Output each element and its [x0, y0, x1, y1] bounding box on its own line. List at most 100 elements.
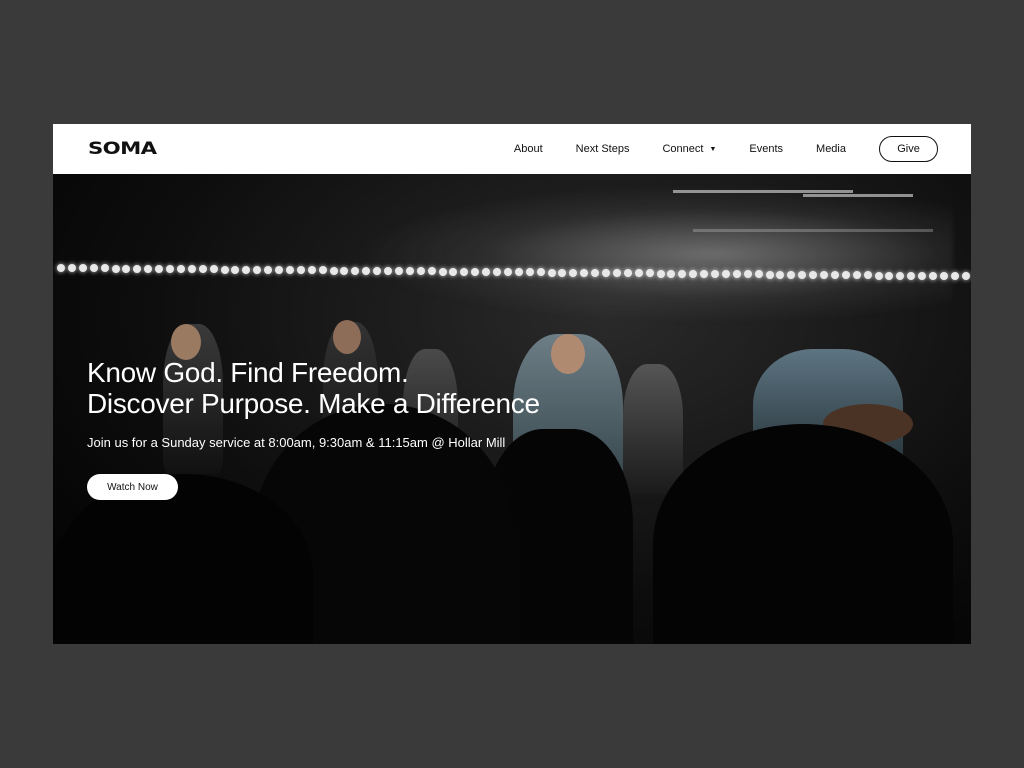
stage-light-bulb [645, 269, 654, 278]
stage-light-bulb [939, 272, 948, 281]
stage-light-bulb [438, 267, 447, 276]
stage-light-bulb [929, 272, 937, 280]
nav-item-label: Media [816, 143, 846, 155]
nav-item-label: About [513, 143, 543, 155]
stage-light-bulb [122, 264, 131, 273]
crowd-silhouette [653, 424, 953, 644]
singer-head [333, 320, 361, 354]
singer-head [551, 334, 585, 374]
watch-now-button[interactable]: Watch Now [87, 474, 178, 500]
stage-light-bulb [166, 265, 174, 273]
stage-light-bulb [798, 270, 807, 279]
nav-item-label: Events [749, 143, 784, 155]
stage-light-bulb [187, 265, 196, 274]
stage-light-bulb [275, 266, 283, 274]
stage-light-bulb [569, 268, 578, 277]
headline-line-2: Discover Purpose. Make a Difference [87, 388, 540, 419]
nav-links: About Next Steps Connect ▼ Events Media … [514, 124, 938, 174]
nav-item-next-steps[interactable]: Next Steps [576, 143, 630, 155]
top-navigation-bar: SOMA About Next Steps Connect ▼ Events M… [53, 124, 971, 174]
stage-light-bulb [493, 268, 501, 276]
stage-light-bulb [885, 271, 894, 280]
stage-light-bulb [111, 264, 120, 273]
stage-light-bulb [307, 266, 316, 275]
hero-content: Know God. Find Freedom. Discover Purpose… [87, 357, 540, 500]
stage-light-bulb [852, 271, 861, 280]
stage-light-bulb [874, 271, 883, 280]
stage-light-bulb [754, 270, 763, 279]
singer-head [171, 324, 201, 360]
nav-item-events[interactable]: Events [749, 143, 783, 155]
stage-light-bulb [602, 269, 610, 277]
give-button[interactable]: Give [879, 136, 938, 162]
stage-light-bulb [318, 266, 327, 275]
stage-light-bulb [961, 272, 970, 281]
soma-logo[interactable]: SOMA [88, 139, 157, 159]
stage-light-bulb [198, 265, 207, 274]
stage-light-bulb [482, 267, 491, 276]
stage-light-bulb [220, 265, 229, 274]
stage-light-bulb [427, 267, 436, 276]
stage-light-bulb [394, 267, 403, 276]
stage-light-bulb [242, 265, 251, 274]
nav-item-connect[interactable]: Connect ▼ [662, 143, 716, 155]
hero-section: Know God. Find Freedom. Discover Purpose… [53, 174, 971, 644]
stage-light-bulb [765, 270, 774, 279]
stage-light-bulb [743, 270, 752, 279]
stage-light-bulb [580, 268, 589, 277]
stage-light-bulb [525, 268, 534, 277]
stage-light-bulb [460, 267, 469, 276]
stage-light-bulb [721, 270, 730, 279]
service-times-text: Join us for a Sunday service at 8:00am, … [87, 435, 506, 450]
stage-light-bulb [503, 268, 512, 277]
stage-light-bulb [907, 271, 916, 280]
stage-light-bulb [732, 270, 741, 279]
singer-figure [623, 364, 683, 494]
stage-light-bulb [809, 270, 818, 279]
stage-smoke [353, 184, 953, 324]
stage-light-bulb [612, 269, 621, 278]
nav-item-label: Connect [662, 143, 704, 155]
stage-light-bulb [667, 269, 676, 278]
stage-light-bulb [144, 264, 153, 273]
stage-light-bulb [711, 270, 719, 278]
stage-light-bulb [863, 271, 872, 280]
stage-light-bulb [253, 265, 262, 274]
browser-page: SOMA About Next Steps Connect ▼ Events M… [53, 124, 971, 644]
nav-item-label: Next Steps [575, 143, 630, 155]
stage-light-bulb [384, 267, 392, 275]
stage-light-bulb [209, 265, 218, 274]
stage-light-bulb [700, 269, 709, 278]
stage-light-bulb [678, 269, 687, 278]
stage-light-bulb [373, 266, 382, 275]
stage-light-bulb [547, 268, 556, 277]
stage-light-bulb [57, 264, 65, 272]
stage-light-bulb [100, 264, 109, 273]
stage-light-bulb [634, 269, 643, 278]
stage-light-bulb [285, 266, 294, 275]
hero-headline: Know God. Find Freedom. Discover Purpose… [87, 357, 540, 419]
stage-light-bulb [820, 271, 828, 279]
stage-light-bulb [176, 265, 185, 274]
stage-light-bulb [776, 270, 785, 279]
stage-light-bulb [514, 268, 523, 277]
stage-light-bulb [536, 268, 545, 277]
stage-light-bulb [155, 264, 164, 273]
stage-light-bulb [841, 271, 850, 280]
stage-light-bulb [591, 268, 600, 277]
stage-light-bulb [296, 266, 305, 275]
stage-light-bulb [405, 267, 414, 276]
nav-item-about[interactable]: About [514, 143, 543, 155]
stage-light-bulb [362, 266, 371, 275]
stage-light-bulb [656, 269, 665, 278]
stage-light-bulb [351, 266, 360, 275]
light-truss [53, 264, 971, 281]
stage-light-bulb [67, 264, 76, 273]
stage-light-bulb [416, 267, 425, 276]
stage-light-bulb [340, 266, 349, 275]
stage-light-bulb [449, 267, 458, 276]
stage-light-bulb [830, 271, 839, 280]
stage-light-bulb [689, 269, 698, 278]
nav-item-media[interactable]: Media [816, 143, 846, 155]
stage-light-bulb [558, 268, 567, 277]
